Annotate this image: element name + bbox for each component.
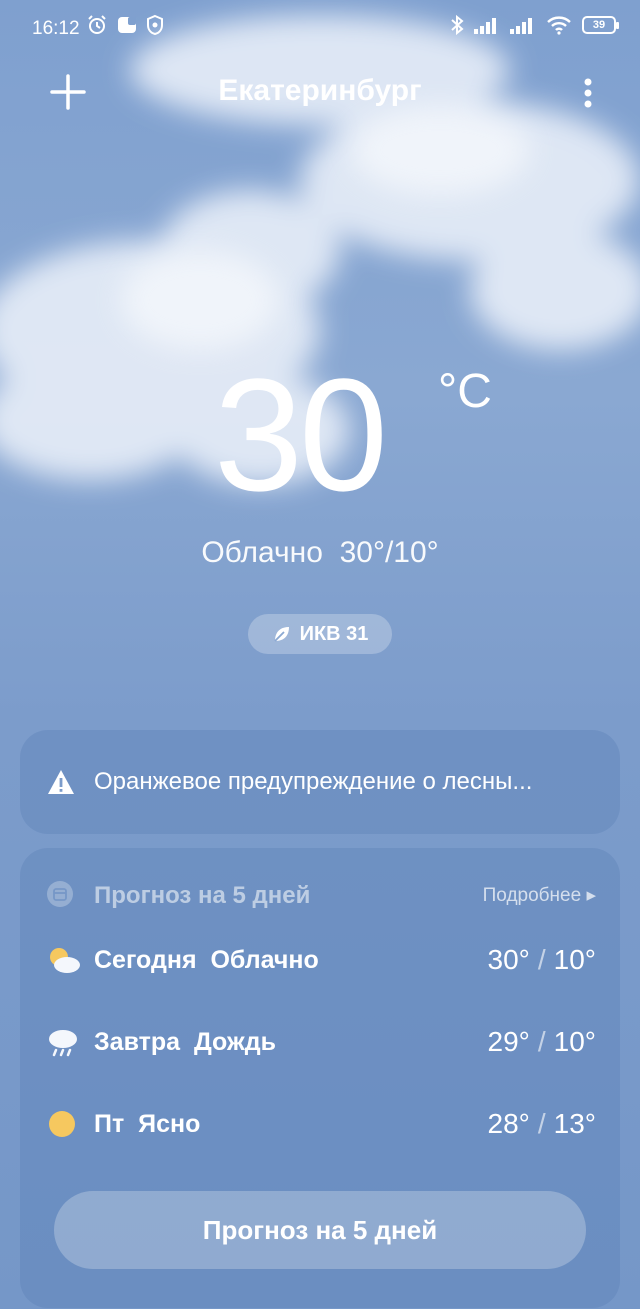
app-notification-icon <box>118 17 136 33</box>
calendar-icon <box>47 881 73 907</box>
forecast-day-label: Сегодня Облачно <box>94 946 319 974</box>
forecast-day-label: Пт Ясно <box>94 1110 201 1138</box>
more-options-button[interactable] <box>576 72 600 116</box>
bluetooth-icon <box>451 14 464 36</box>
current-condition-line: Облачно 30°/10° <box>0 536 640 570</box>
forecast-row-today[interactable]: Сегодня Облачно 30°/10° <box>46 940 596 984</box>
forecast-row-tomorrow[interactable]: Завтра Дождь 29°/10° <box>46 1022 596 1066</box>
more-vertical-icon <box>584 78 592 108</box>
status-bar: 16:12 39 <box>0 0 640 56</box>
forecast-header: Прогноз на 5 дней Подробнее ▸ <box>46 876 596 916</box>
five-day-forecast-button[interactable]: Прогноз на 5 дней <box>54 1191 586 1269</box>
top-bar: Екатеринбург <box>0 60 640 124</box>
alert-text: Оранжевое предупреждение о лесны... <box>94 768 533 795</box>
forecast-temps: 29°/10° <box>487 1026 596 1057</box>
forecast-title: Прогноз на 5 дней <box>94 882 311 909</box>
sun-icon <box>49 1111 75 1137</box>
alarm-icon <box>88 15 106 34</box>
city-title: Екатеринбург <box>218 74 422 107</box>
forecast-temps: 28°/13° <box>487 1108 596 1139</box>
aqi-badge[interactable]: ИКВ 31 <box>248 614 392 654</box>
forecast-day-label: Завтра Дождь <box>94 1028 276 1056</box>
current-temperature-block: 30 °C <box>0 350 640 520</box>
weather-alert-card[interactable]: Оранжевое предупреждение о лесны... <box>20 730 620 834</box>
signal-icon-2 <box>510 18 532 34</box>
forecast-row-friday[interactable]: Пт Ясно 28°/13° <box>46 1104 596 1148</box>
leaf-icon <box>273 627 289 642</box>
forecast-more-link[interactable]: Подробнее ▸ <box>483 884 596 907</box>
shield-icon <box>147 14 163 36</box>
status-time: 16:12 <box>32 18 80 39</box>
rain-icon <box>49 1030 77 1057</box>
warning-icon <box>48 770 74 794</box>
aqi-value: ИКВ 31 <box>299 622 369 645</box>
current-high-low: 30°/10° <box>339 536 439 569</box>
forecast-temps: 30°/10° <box>487 944 596 975</box>
forecast-card: Прогноз на 5 дней Подробнее ▸ Сегодня Об… <box>20 848 620 1308</box>
wifi-icon <box>547 16 571 35</box>
partly-cloudy-icon <box>50 948 80 973</box>
current-condition: Облачно <box>201 536 323 569</box>
temperature-unit: °C <box>438 365 492 418</box>
battery-indicator: 39 <box>582 16 619 34</box>
current-temperature: 30 <box>214 345 388 524</box>
signal-icon <box>474 18 496 34</box>
